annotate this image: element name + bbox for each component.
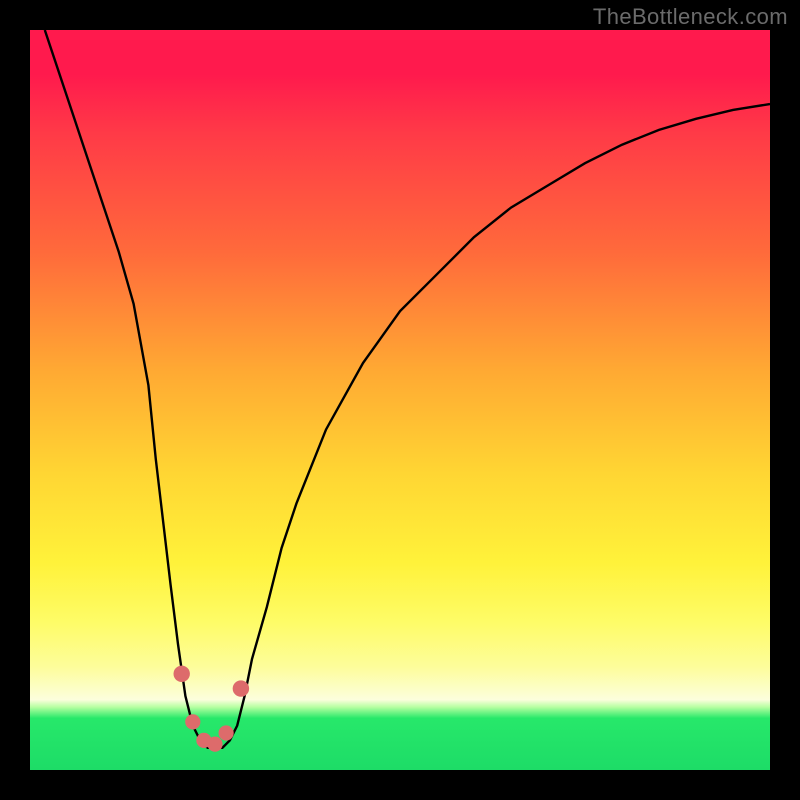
curve-layer — [30, 30, 770, 770]
minimum-markers — [174, 666, 250, 752]
plot-area — [30, 30, 770, 770]
marker-dot — [207, 737, 222, 752]
watermark-text: TheBottleneck.com — [593, 4, 788, 30]
marker-dot — [233, 680, 249, 696]
chart-stage: TheBottleneck.com — [0, 0, 800, 800]
bottleneck-curve — [45, 30, 770, 748]
marker-dot — [174, 666, 190, 682]
marker-dot — [185, 714, 200, 729]
marker-dot — [219, 725, 234, 740]
